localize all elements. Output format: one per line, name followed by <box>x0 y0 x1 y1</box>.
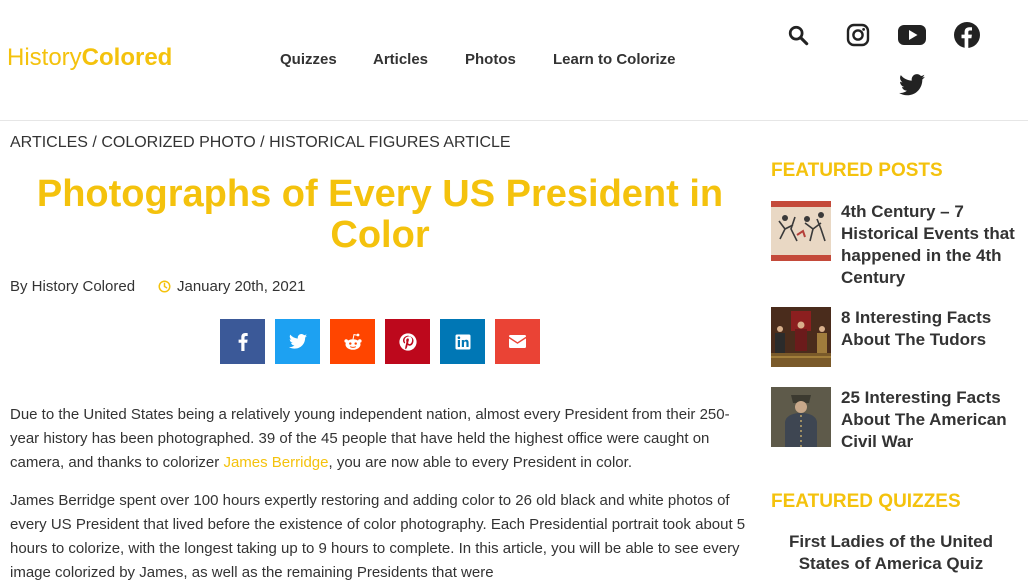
breadcrumb-colorized-photo[interactable]: Colorized Photo <box>101 134 255 151</box>
article-author[interactable]: By History Colored <box>10 278 135 295</box>
logo-text-colored: Colored <box>81 44 173 71</box>
youtube-icon[interactable] <box>897 20 927 50</box>
logo-text-history: History <box>7 44 82 71</box>
breadcrumb-historical-figures[interactable]: Historical Figures Article <box>269 134 511 151</box>
article-title: Photographs of Every US President in Col… <box>36 173 724 256</box>
james-berridge-link[interactable]: James Berridge <box>223 454 328 471</box>
nav-quizzes[interactable]: Quizzes <box>280 51 337 68</box>
share-linkedin-button[interactable] <box>440 319 485 364</box>
article-date: January 20th, 2021 <box>177 278 306 295</box>
post-title[interactable]: 4th Century – 7 Historical Events that h… <box>841 201 1016 289</box>
post-title[interactable]: 25 Interesting Facts About The American … <box>841 387 1016 453</box>
twitter-icon[interactable] <box>897 70 927 100</box>
quiz-title[interactable]: First Ladies of the United States of Ame… <box>771 531 1011 575</box>
instagram-icon[interactable] <box>843 20 873 50</box>
featured-post[interactable]: 4th Century – 7 Historical Events that h… <box>771 201 1016 291</box>
breadcrumb-separator: / <box>92 134 97 151</box>
share-pinterest-button[interactable] <box>385 319 430 364</box>
paragraph-text: , you are now able to every President in… <box>328 454 632 471</box>
pinterest-icon <box>398 332 417 351</box>
facebook-icon[interactable] <box>952 20 982 50</box>
post-thumbnail[interactable] <box>771 307 831 367</box>
site-logo[interactable]: HistoryColored <box>7 44 172 72</box>
share-reddit-button[interactable] <box>330 319 375 364</box>
post-title[interactable]: 8 Interesting Facts About The Tudors <box>841 307 1016 351</box>
post-thumbnail[interactable] <box>771 201 831 261</box>
reddit-icon <box>343 333 362 350</box>
linkedin-icon <box>455 334 470 349</box>
facebook-icon <box>238 332 248 351</box>
article-paragraph: Due to the United States being a relativ… <box>10 403 750 475</box>
share-twitter-button[interactable] <box>275 319 320 364</box>
search-icon[interactable] <box>783 20 813 50</box>
breadcrumb-articles[interactable]: Articles <box>10 134 88 151</box>
article-meta: By History Colored January 20th, 2021 <box>10 278 305 295</box>
post-thumbnail[interactable] <box>771 387 831 447</box>
nav-photos[interactable]: Photos <box>465 51 516 68</box>
clock-icon <box>158 280 171 293</box>
article-paragraph: James Berridge spent over 100 hours expe… <box>10 492 746 581</box>
share-facebook-button[interactable] <box>220 319 265 364</box>
featured-quizzes-heading: FEATURED QUIZZES <box>771 491 961 512</box>
breadcrumb: Articles / Colorized Photo / Historical … <box>10 134 511 152</box>
featured-post[interactable]: 8 Interesting Facts About The Tudors <box>771 307 1016 367</box>
nav-learn-to-colorize[interactable]: Learn to Colorize <box>553 51 676 68</box>
twitter-icon <box>288 334 307 349</box>
featured-post[interactable]: 25 Interesting Facts About The American … <box>771 387 1016 451</box>
share-email-button[interactable] <box>495 319 540 364</box>
nav-articles[interactable]: Articles <box>373 51 428 68</box>
breadcrumb-separator: / <box>260 134 265 151</box>
email-icon <box>509 335 526 348</box>
site-header: HistoryColored Quizzes Articles Photos L… <box>0 0 1028 121</box>
featured-posts-heading: FEATURED POSTS <box>771 160 943 181</box>
